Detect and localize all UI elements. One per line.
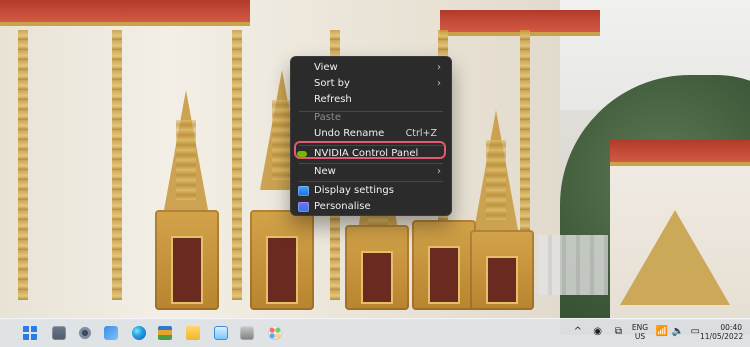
wallpaper-window — [250, 210, 314, 310]
personalise-icon — [298, 202, 309, 212]
menu-item-label: View — [314, 62, 338, 73]
paint-app-icon[interactable] — [268, 326, 282, 340]
menu-item-label: NVIDIA Control Panel — [314, 148, 419, 159]
menu-item-label: New — [314, 166, 336, 177]
file-explorer-app-icon[interactable] — [186, 326, 200, 340]
desktop-context-menu[interactable]: View › Sort by › Refresh Paste Undo Rena… — [290, 56, 452, 216]
wallpaper-window — [470, 230, 534, 310]
desktop[interactable]: View › Sort by › Refresh Paste Undo Rena… — [0, 0, 750, 347]
start-button[interactable] — [23, 326, 37, 340]
chevron-right-icon: › — [437, 78, 441, 89]
wallpaper-window — [345, 225, 409, 310]
menu-item-shortcut: Ctrl+Z — [405, 128, 437, 139]
battery-icon[interactable]: ▭ — [691, 327, 700, 337]
menu-item-new[interactable]: New › — [291, 164, 451, 180]
language-indicator[interactable]: ENG US — [626, 323, 654, 341]
menu-item-label: Undo Rename — [314, 128, 385, 139]
menu-item-label: Refresh — [314, 94, 352, 105]
wallpaper-roof-left — [0, 0, 250, 26]
volume-icon[interactable]: 🔈 — [672, 327, 684, 337]
menu-item-sort-by[interactable]: Sort by › — [291, 76, 451, 92]
wallpaper-spire — [474, 110, 518, 230]
menu-item-undo-rename[interactable]: Undo Rename Ctrl+Z — [291, 126, 451, 142]
nvidia-icon — [297, 151, 307, 157]
wallpaper-right-roof — [610, 140, 750, 166]
wallpaper-gold-column — [112, 30, 122, 300]
wifi-icon[interactable]: 📶 — [656, 327, 668, 337]
menu-item-label: Display settings — [314, 185, 394, 196]
wallpaper-window — [412, 220, 476, 310]
chevron-up-icon[interactable]: ^ — [574, 327, 582, 337]
chevron-right-icon: › — [437, 62, 441, 73]
edge-app-icon[interactable] — [132, 326, 146, 340]
wallpaper-window — [155, 210, 219, 310]
wallpaper-right-gable — [620, 210, 730, 305]
date: 11/05/2022 — [700, 332, 744, 341]
discord-icon[interactable]: ◉ — [593, 327, 602, 337]
media-app-icon[interactable] — [240, 326, 254, 340]
keyboard-layout: US — [634, 332, 646, 341]
menu-item-paste: Paste — [291, 110, 451, 126]
photos-app-icon[interactable] — [104, 326, 118, 340]
menu-item-label: Sort by — [314, 78, 350, 89]
language-code: ENG — [631, 323, 649, 332]
time: 00:40 — [720, 323, 742, 332]
menu-item-refresh[interactable]: Refresh — [291, 92, 451, 108]
menu-item-label: Personalise — [314, 201, 371, 212]
menu-item-nvidia-control-panel[interactable]: NVIDIA Control Panel — [291, 146, 451, 162]
chevron-right-icon: › — [437, 166, 441, 177]
monitor-icon — [298, 186, 309, 196]
usb-icon[interactable]: ⧉ — [615, 327, 622, 337]
clock[interactable]: 00:40 11/05/2022 — [700, 323, 744, 341]
taskbar: ^ ◉ ⧉ ENG US 📶 🔈 ▭ 00:40 11/05/2022 — [0, 318, 750, 347]
wallpaper-spire — [164, 90, 208, 210]
menu-item-view[interactable]: View › — [291, 60, 451, 76]
menu-item-personalise[interactable]: Personalise — [291, 199, 451, 215]
menu-item-display-settings[interactable]: Display settings — [291, 183, 451, 199]
notepad-app-icon[interactable] — [214, 326, 228, 340]
layers-app-icon[interactable] — [158, 326, 172, 340]
wallpaper-gold-column — [232, 30, 242, 300]
wallpaper-gold-column — [18, 30, 28, 300]
task-view-button[interactable] — [52, 326, 66, 340]
menu-item-label: Paste — [314, 112, 341, 123]
wallpaper-houses — [538, 235, 608, 295]
settings-app-icon[interactable] — [78, 326, 92, 340]
menu-separator — [299, 181, 443, 182]
